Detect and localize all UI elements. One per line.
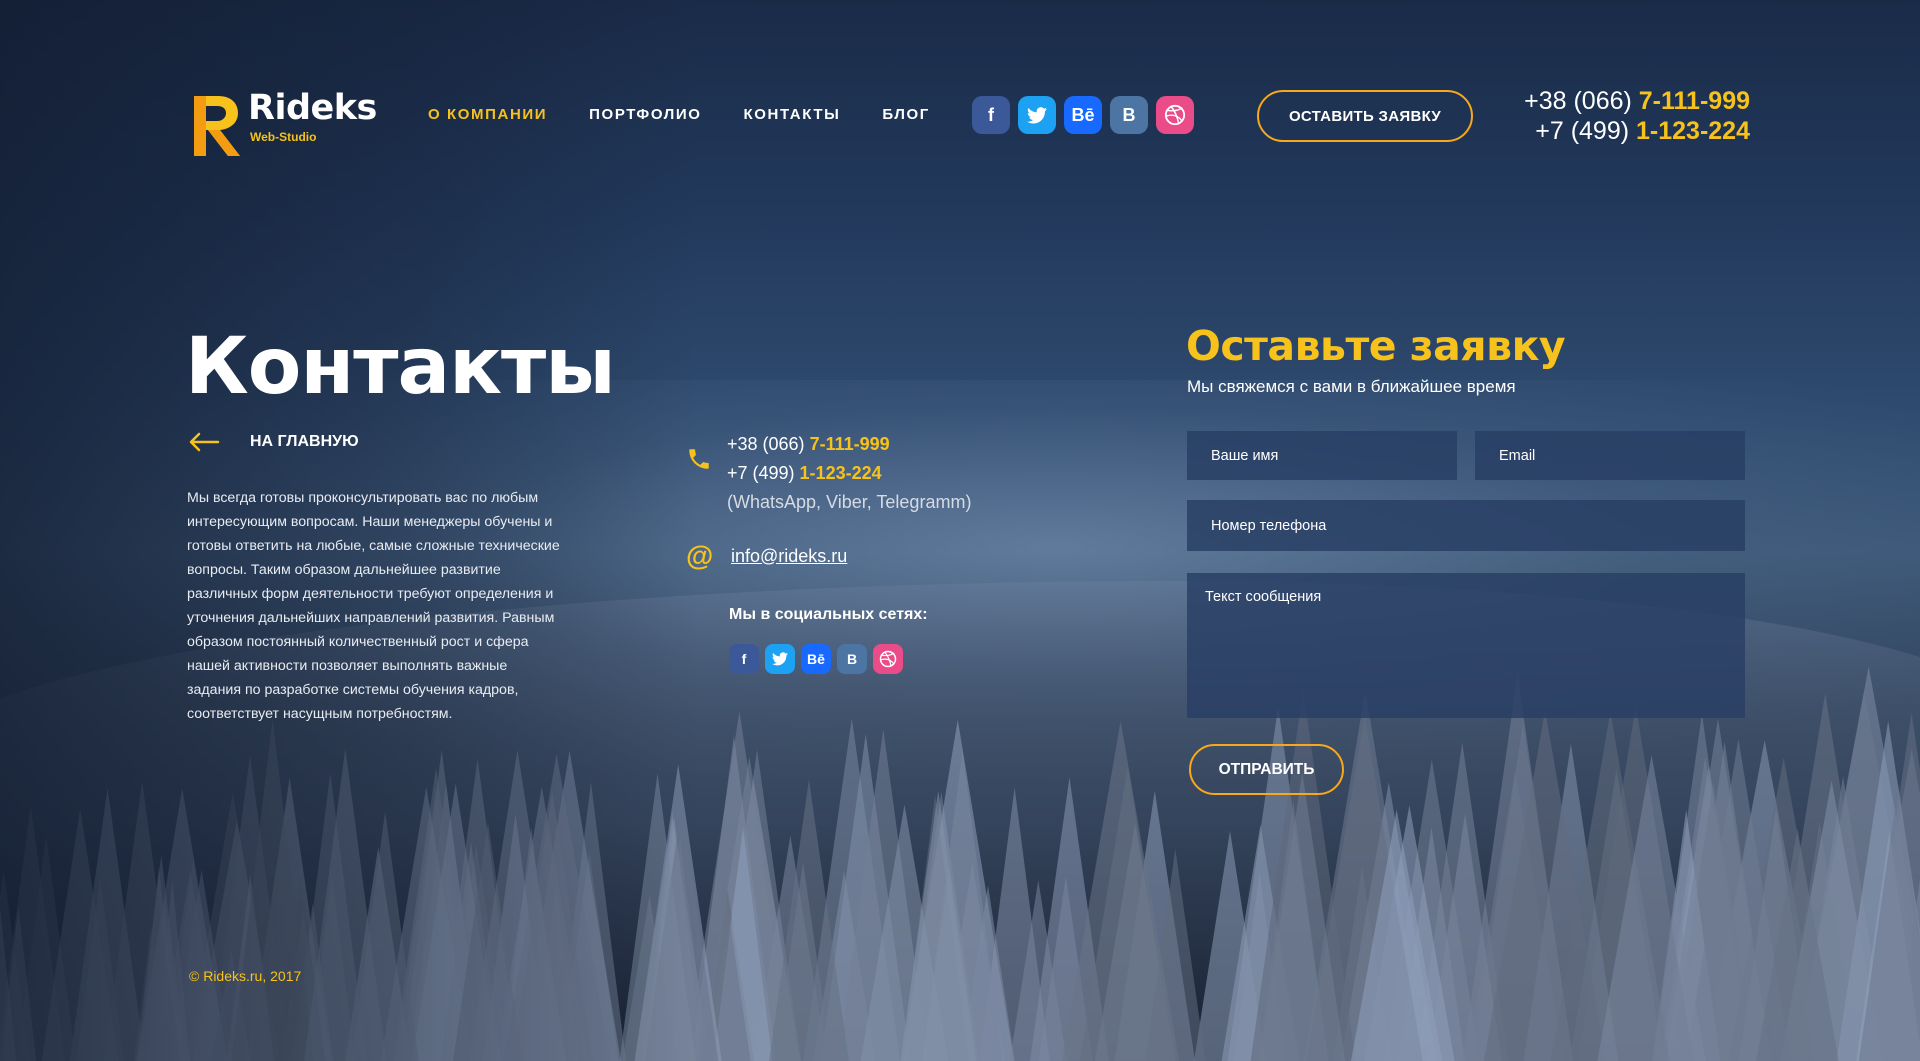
- about-text: Мы всегда готовы проконсультировать вас …: [187, 490, 560, 722]
- twitter-icon[interactable]: [1018, 96, 1056, 134]
- at-icon: @: [686, 540, 714, 571]
- vk-icon[interactable]: B: [837, 644, 867, 674]
- contact-phone-2[interactable]: +7 (499) 1-123-224: [727, 459, 1027, 488]
- request-button[interactable]: ОСТАВИТЬ ЗАЯВКУ: [1257, 90, 1473, 142]
- nav-item-blog[interactable]: БЛОГ: [882, 106, 930, 123]
- nav-item-contacts[interactable]: КОНТАКТЫ: [744, 106, 841, 123]
- header-social-links: f Bē B: [972, 96, 1194, 134]
- email-field[interactable]: [1475, 431, 1745, 480]
- dribbble-icon[interactable]: [1156, 96, 1194, 134]
- facebook-icon[interactable]: f: [729, 644, 759, 674]
- header-phone-1[interactable]: +38 (066) 7-111-999: [1524, 86, 1750, 116]
- contact-social-links: f Bē B: [729, 644, 903, 674]
- dribbble-icon[interactable]: [873, 644, 903, 674]
- vk-icon[interactable]: B: [1110, 96, 1148, 134]
- main-nav: О КОМПАНИИ ПОРТФОЛИО КОНТАКТЫ БЛОГ: [428, 106, 972, 123]
- phone-icon: [689, 449, 709, 469]
- twitter-icon[interactable]: [765, 644, 795, 674]
- arrow-left-icon: [189, 432, 220, 452]
- messengers-note: (WhatsApp, Viber, Telegramm): [727, 492, 972, 512]
- behance-icon[interactable]: Bē: [1064, 96, 1102, 134]
- copyright: © Rideks.ru, 2017: [189, 968, 302, 984]
- site-header: Rideks Web-Studio О КОМПАНИИ ПОРТФОЛИО К…: [0, 0, 1920, 200]
- contact-phone-1[interactable]: +38 (066) 7-111-999: [727, 430, 1027, 459]
- back-label: НА ГЛАВНУЮ: [250, 433, 359, 450]
- email-link[interactable]: info@rideks.ru: [731, 546, 847, 567]
- logo[interactable]: Rideks Web-Studio: [188, 88, 377, 160]
- facebook-icon[interactable]: f: [972, 96, 1010, 134]
- back-to-home-link[interactable]: НА ГЛАВНУЮ: [188, 432, 359, 452]
- form-title: Оставьте заявку: [1186, 322, 1566, 370]
- behance-icon[interactable]: Bē: [801, 644, 831, 674]
- phone-field[interactable]: [1187, 500, 1745, 551]
- submit-button[interactable]: ОТПРАВИТЬ: [1189, 744, 1344, 795]
- logo-name: Rideks: [248, 88, 377, 128]
- contact-email: @ info@rideks.ru: [686, 540, 847, 572]
- nav-item-portfolio[interactable]: ПОРТФОЛИО: [589, 106, 701, 123]
- header-phones: +38 (066) 7-111-999 +7 (499) 1-123-224: [1524, 86, 1750, 146]
- message-field[interactable]: [1187, 573, 1745, 718]
- form-subtitle: Мы свяжемся с вами в ближайшее время: [1187, 377, 1516, 396]
- logo-r-icon: [194, 96, 240, 156]
- name-field[interactable]: [1187, 431, 1457, 480]
- social-title: Мы в социальных сетях:: [729, 606, 928, 623]
- nav-item-about[interactable]: О КОМПАНИИ: [428, 106, 547, 123]
- header-phone-2[interactable]: +7 (499) 1-123-224: [1524, 116, 1750, 146]
- page-title: Контакты: [185, 322, 616, 412]
- logo-tagline: Web-Studio: [250, 130, 317, 144]
